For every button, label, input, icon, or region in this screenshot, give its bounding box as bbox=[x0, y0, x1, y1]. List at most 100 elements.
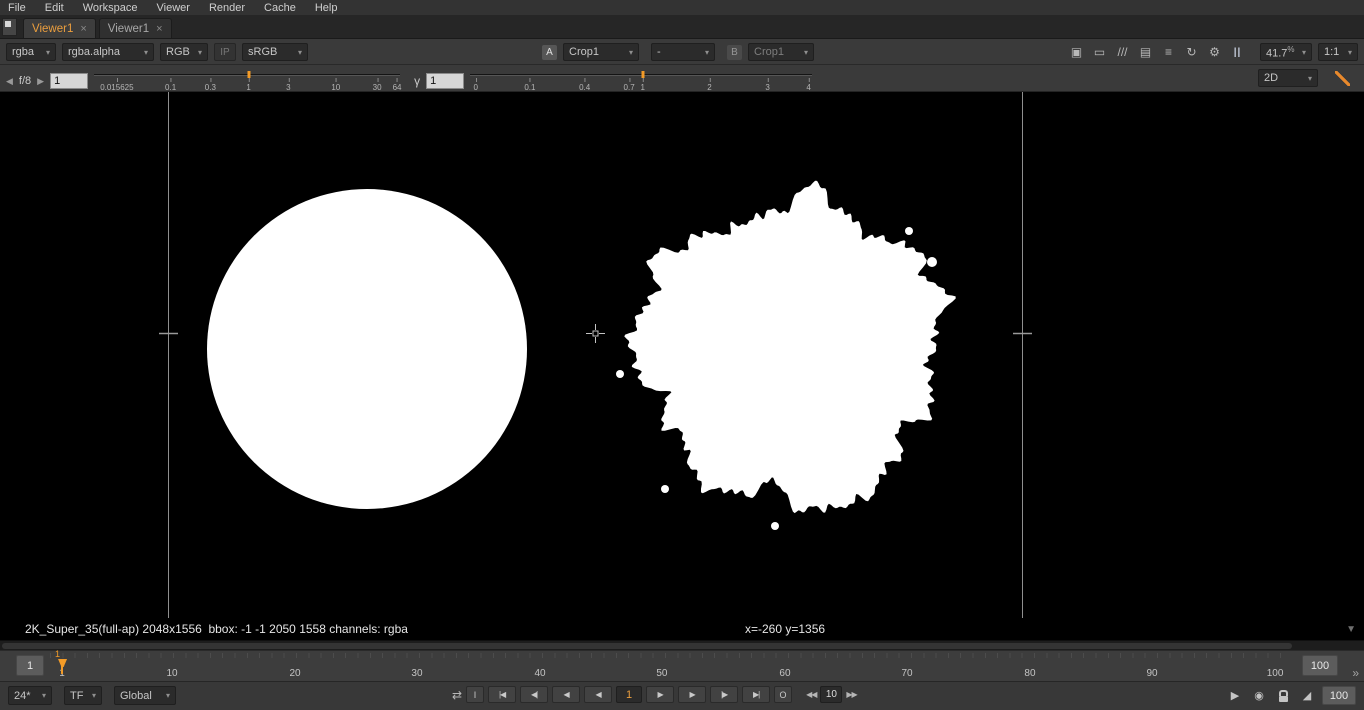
menu-cache[interactable]: Cache bbox=[264, 2, 296, 14]
scanline-mode-icon[interactable]: ≡ bbox=[1158, 43, 1179, 61]
refresh-icon[interactable]: ↻ bbox=[1181, 43, 1202, 61]
viewer-canvas[interactable] bbox=[0, 92, 1364, 618]
gain-slider[interactable]: 0.0156250.10.313103064 bbox=[94, 70, 400, 92]
status-menu-icon[interactable]: ▼ bbox=[1346, 624, 1356, 635]
tab-label: Viewer1 bbox=[108, 23, 149, 35]
timeline-frame-label: 10 bbox=[166, 668, 177, 679]
timeline-scrollbar[interactable] bbox=[2, 643, 1292, 649]
flipbook-icon[interactable]: ▶ bbox=[1226, 687, 1244, 705]
menu-workspace[interactable]: Workspace bbox=[83, 2, 138, 14]
tab-close-icon[interactable]: × bbox=[80, 23, 86, 35]
noise-speck bbox=[661, 485, 669, 493]
region-of-interest-icon[interactable]: ▣ bbox=[1066, 43, 1087, 61]
sample-pen-icon[interactable] bbox=[1335, 71, 1350, 86]
chevron-down-icon: ▾ bbox=[1308, 74, 1312, 83]
timeline-frame-label: 60 bbox=[779, 668, 790, 679]
step-forward-button[interactable]: ▶ bbox=[678, 686, 706, 703]
alpha-channel-label: rgba.alpha bbox=[68, 46, 120, 58]
slider-tick-label: 10 bbox=[331, 83, 340, 92]
next-stop-button[interactable]: ▶ bbox=[37, 76, 44, 87]
pause-updates-icon[interactable]: || bbox=[1227, 43, 1248, 61]
monitor-output-icon[interactable]: ▤ bbox=[1135, 43, 1156, 61]
format-info-text: 2K_Super_35(full-ap) 2048x1556 bbox: -1 … bbox=[25, 622, 408, 636]
zoom-dropdown[interactable]: 41.7% ▾ bbox=[1260, 43, 1312, 61]
jump-back-button[interactable]: ◀◀ bbox=[806, 690, 816, 699]
viewer-image bbox=[0, 92, 1364, 618]
loop-mode-icon[interactable]: ⇄ bbox=[452, 688, 462, 702]
slider-tick-label: 30 bbox=[373, 83, 382, 92]
view-mode-dropdown[interactable]: 2D ▾ bbox=[1258, 69, 1318, 87]
end-frame-box[interactable]: 100 bbox=[1322, 686, 1356, 705]
play-forward-button[interactable]: ▶ bbox=[646, 686, 674, 703]
alpha-channel-dropdown[interactable]: rgba.alpha ▾ bbox=[62, 43, 154, 61]
next-keyframe-button[interactable]: |▶ bbox=[710, 686, 738, 703]
prev-stop-button[interactable]: ◀ bbox=[6, 76, 13, 87]
format-guides-icon[interactable]: ▭ bbox=[1089, 43, 1110, 61]
pixel-coords-text: x=-260 y=1356 bbox=[745, 622, 825, 636]
timeline-mode-dropdown[interactable]: TF ▾ bbox=[64, 686, 102, 705]
timeline-out-box[interactable]: 100 bbox=[1302, 655, 1338, 676]
menu-help[interactable]: Help bbox=[315, 2, 338, 14]
menu-viewer[interactable]: Viewer bbox=[157, 2, 190, 14]
menu-edit[interactable]: Edit bbox=[45, 2, 64, 14]
timeline-frame-label: 90 bbox=[1146, 668, 1157, 679]
tab-close-icon[interactable]: × bbox=[156, 23, 162, 35]
current-frame-box[interactable]: 1 bbox=[616, 686, 642, 703]
tab-label: Viewer1 bbox=[32, 23, 73, 35]
prev-keyframe-button[interactable]: ◀| bbox=[520, 686, 548, 703]
pixel-aspect-dropdown[interactable]: 1:1 ▾ bbox=[1318, 43, 1358, 61]
noise-speck bbox=[771, 522, 779, 530]
timeline-frame-label: 70 bbox=[901, 668, 912, 679]
frame-range-dropdown[interactable]: Global ▾ bbox=[114, 686, 176, 705]
display-mode-dropdown[interactable]: RGB ▾ bbox=[160, 43, 208, 61]
channel-set-dropdown[interactable]: rgba ▾ bbox=[6, 43, 56, 61]
a-input-dropdown[interactable]: Crop1 ▾ bbox=[563, 43, 639, 61]
render-icon[interactable]: ◉ bbox=[1250, 687, 1268, 705]
slider-tick-label: 0.4 bbox=[579, 83, 590, 92]
slider-tick-label: 64 bbox=[393, 83, 402, 92]
percent-sign: % bbox=[1287, 45, 1294, 54]
goto-end-button[interactable]: ▶| bbox=[742, 686, 770, 703]
chevron-down-icon: ▾ bbox=[198, 48, 202, 57]
chevron-down-icon: ▾ bbox=[629, 48, 633, 57]
slider-tick-label: 0.015625 bbox=[100, 83, 133, 92]
slider-tick-label: 0.1 bbox=[165, 83, 176, 92]
out-point-button[interactable]: O bbox=[774, 686, 792, 703]
gamma-label: γ bbox=[414, 74, 420, 88]
gamma-slider[interactable]: 00.10.40.71234 bbox=[470, 70, 812, 92]
pane-layout-icon[interactable] bbox=[2, 18, 17, 36]
b-input-badge: B bbox=[727, 45, 742, 60]
timeline-overflow-icon[interactable]: » bbox=[1352, 666, 1359, 680]
chevron-down-icon: ▾ bbox=[42, 691, 46, 700]
tab-viewer1-1[interactable]: Viewer1 × bbox=[23, 18, 96, 38]
gain-input[interactable] bbox=[50, 73, 88, 89]
in-point-button[interactable]: I bbox=[466, 686, 484, 703]
transport-right: ▶ ◉ ◢ 100 bbox=[1226, 686, 1356, 705]
menu-render[interactable]: Render bbox=[209, 2, 245, 14]
input-process-toggle[interactable]: IP bbox=[214, 43, 236, 61]
tab-viewer1-2[interactable]: Viewer1 × bbox=[99, 18, 172, 38]
menu-file[interactable]: File bbox=[8, 2, 26, 14]
goto-start-button[interactable]: |◀ bbox=[488, 686, 516, 703]
fps-dropdown[interactable]: 24* ▾ bbox=[8, 686, 52, 705]
chevron-down-icon: ▾ bbox=[298, 48, 302, 57]
jump-forward-button[interactable]: ▶▶ bbox=[846, 690, 856, 699]
viewer-settings-icon[interactable]: ⚙ bbox=[1204, 43, 1225, 61]
compare-mode-dropdown[interactable]: - ▾ bbox=[651, 43, 715, 61]
slider-tick-label: 4 bbox=[806, 83, 810, 92]
lock-range-icon[interactable] bbox=[1274, 687, 1292, 705]
performance-icon[interactable]: ◢ bbox=[1298, 687, 1316, 705]
timeline[interactable]: 1 1102030405060708090100 1 100 » bbox=[0, 650, 1364, 681]
pixel-aspect-label: 1:1 bbox=[1324, 46, 1339, 58]
chevron-down-icon: ▾ bbox=[92, 691, 96, 700]
chevron-down-icon: ▾ bbox=[1348, 48, 1352, 57]
proxy-mode-icon[interactable]: /// bbox=[1112, 43, 1133, 61]
colorspace-dropdown[interactable]: sRGB ▾ bbox=[242, 43, 308, 61]
b-input-dropdown[interactable]: Crop1 ▾ bbox=[748, 43, 814, 61]
play-backward-button[interactable]: ◀ bbox=[584, 686, 612, 703]
step-back-button[interactable]: ◀ bbox=[552, 686, 580, 703]
fps-label: 24* bbox=[14, 690, 31, 702]
frame-increment-box[interactable]: 10 bbox=[820, 686, 842, 703]
gamma-input[interactable] bbox=[426, 73, 464, 89]
reverse-buttons: |◀◀|◀◀ bbox=[488, 686, 612, 703]
